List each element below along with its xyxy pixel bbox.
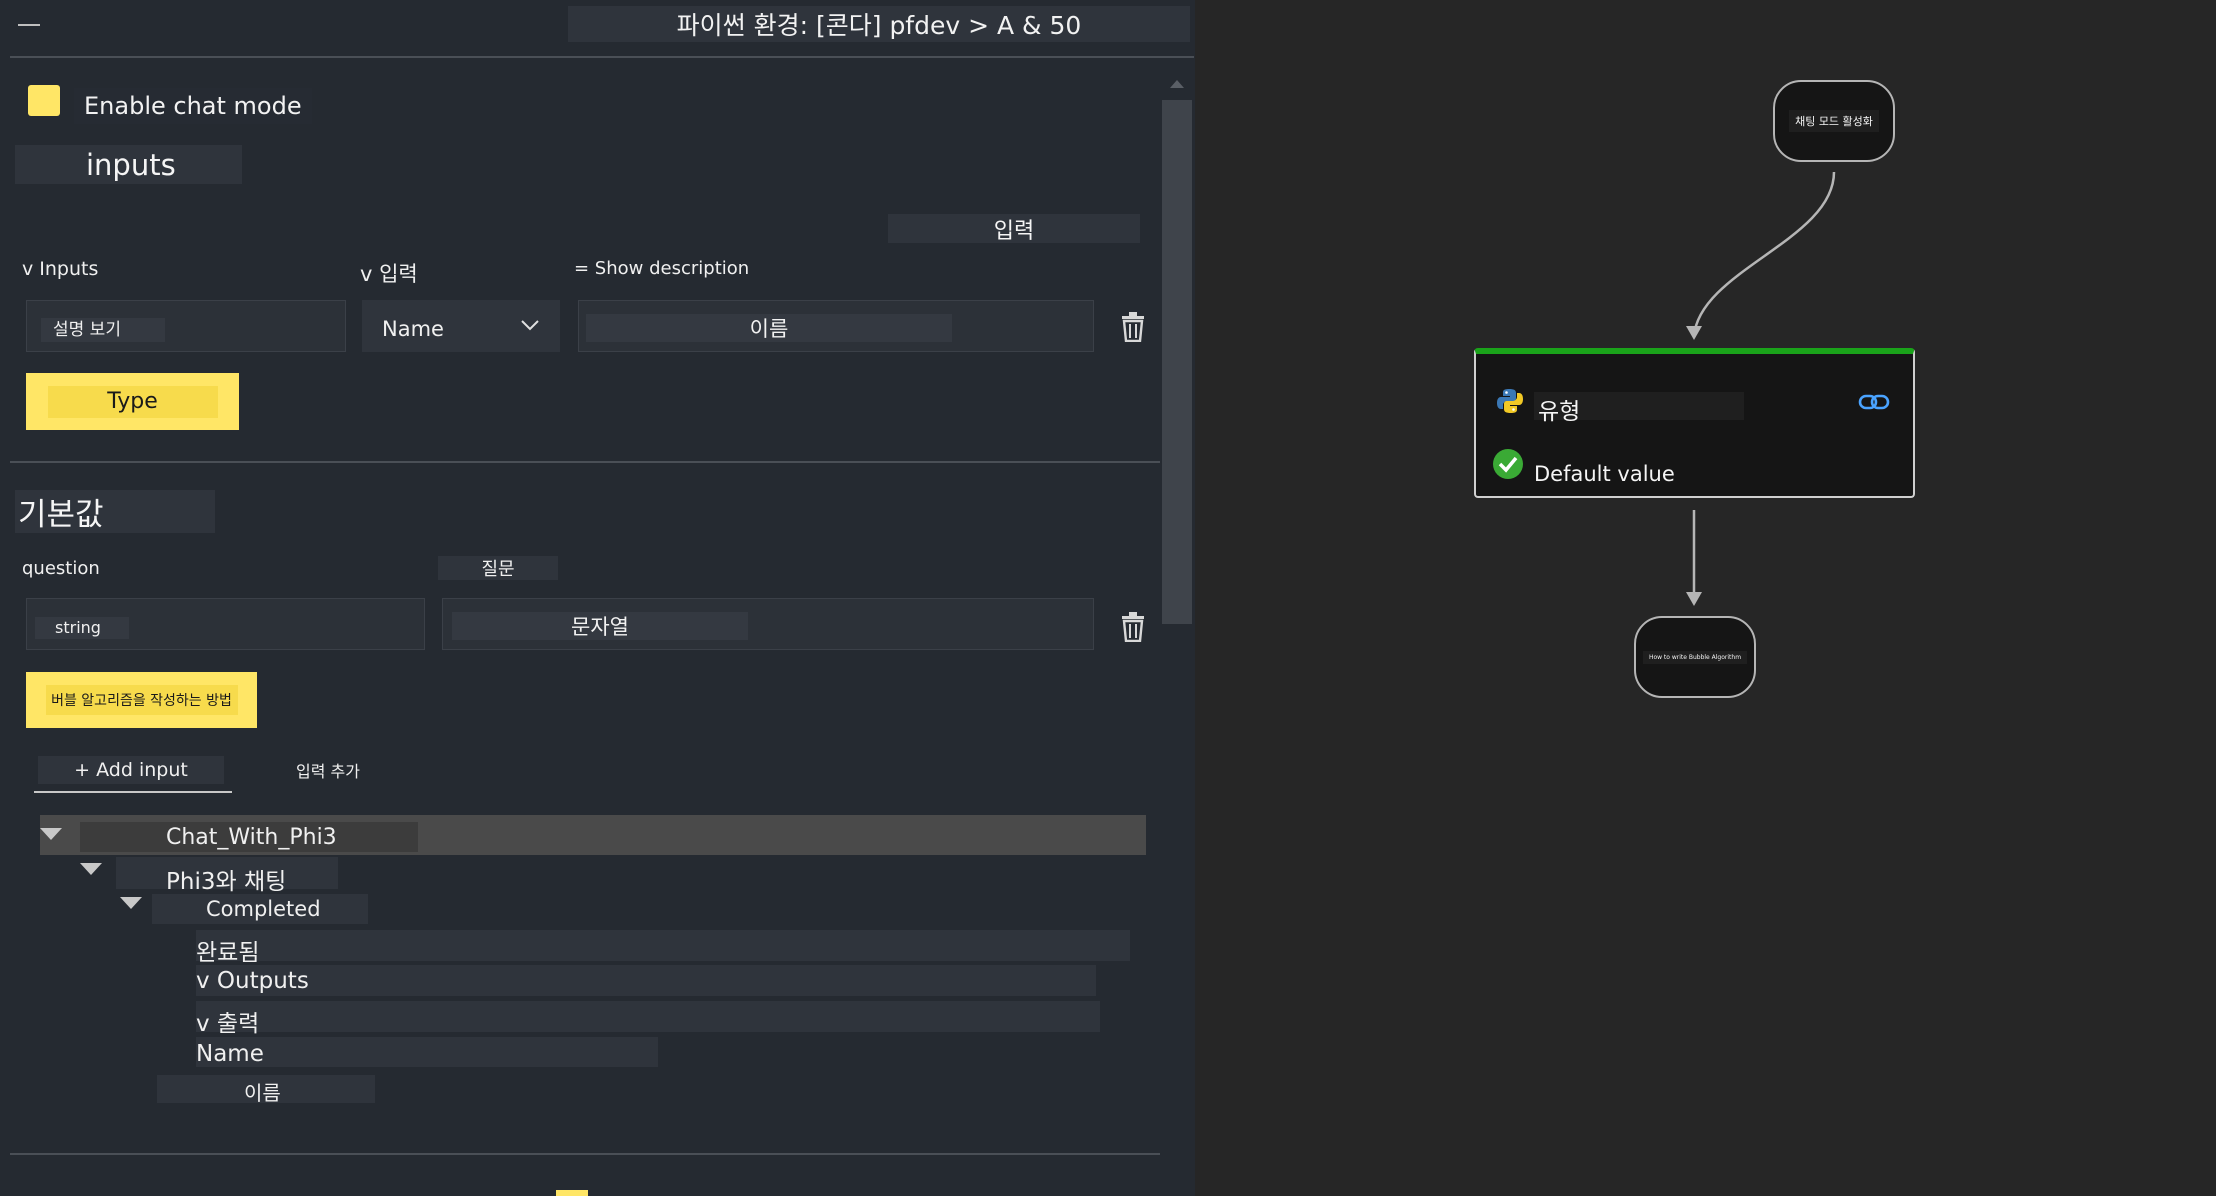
link-icon[interactable] — [1858, 390, 1890, 414]
flow-node-main-title: 유형 — [1538, 399, 1581, 425]
flow-node-main[interactable]: 유형 Default value — [1474, 348, 1915, 498]
edge-arrow-head — [1686, 326, 1702, 340]
flow-node-output-label: How to write Bubble Algorithm — [1642, 650, 1748, 664]
flow-node-main-status: Default value — [1534, 462, 1675, 486]
flow-edges — [1686, 171, 1836, 606]
edge-arrow-head — [1686, 592, 1702, 606]
flow-node-output[interactable]: How to write Bubble Algorithm — [1634, 616, 1756, 698]
check-circle-icon — [1493, 449, 1523, 479]
flow-node-chat-mode-label: 채팅 모드 활성화 — [1789, 110, 1879, 132]
flow-node-chat-mode[interactable]: 채팅 모드 활성화 — [1773, 80, 1895, 162]
edge-top-to-main — [1692, 171, 1836, 337]
python-icon — [1497, 389, 1523, 413]
